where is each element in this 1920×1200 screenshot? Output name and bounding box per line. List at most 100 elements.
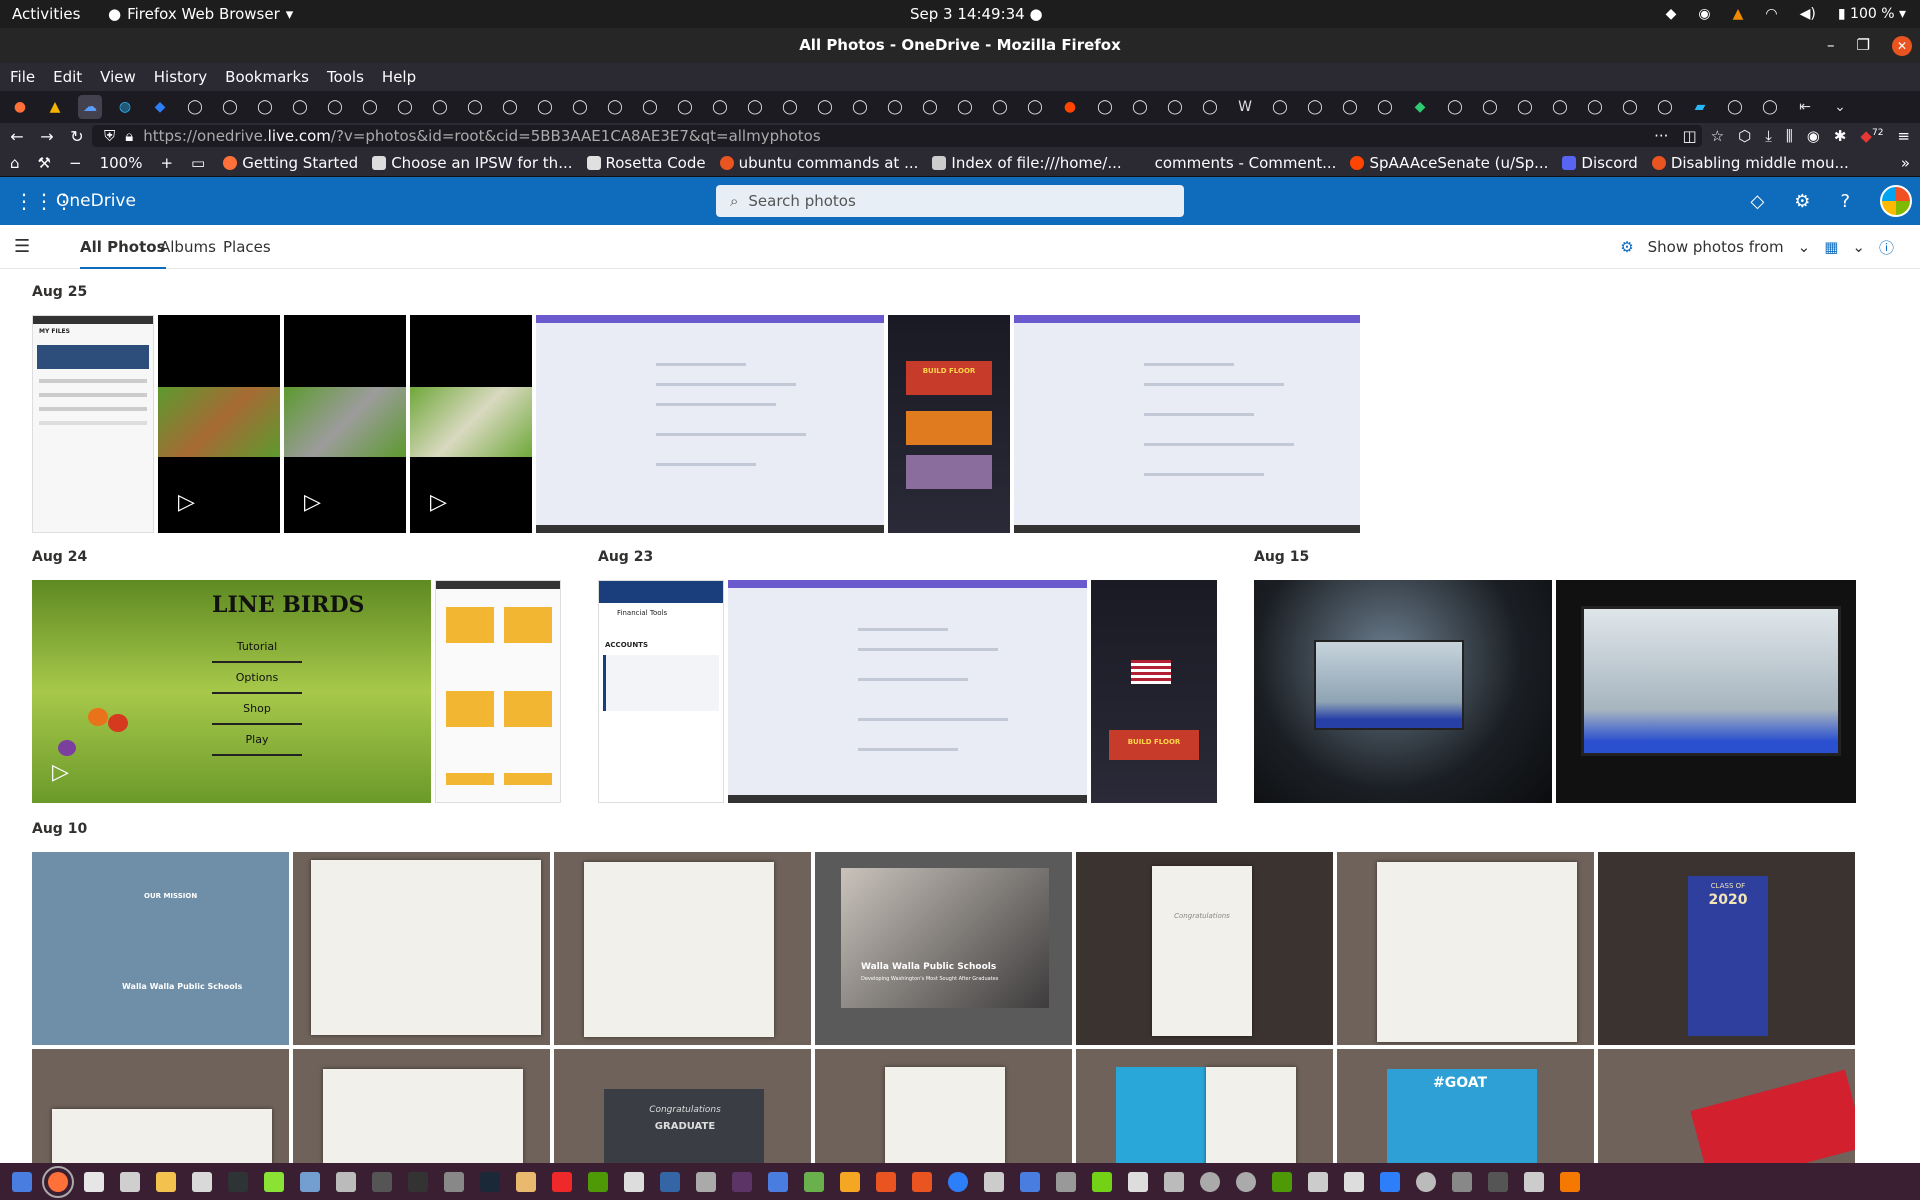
zoom-level[interactable]: 100% — [100, 154, 143, 172]
tab-github-icon[interactable]: ◯ — [253, 95, 277, 119]
menu-history[interactable]: History — [154, 68, 207, 86]
tab-github-icon[interactable]: ◯ — [1618, 95, 1642, 119]
tab-github-icon[interactable]: ◯ — [1548, 95, 1572, 119]
taskbar-app-icon[interactable] — [1488, 1171, 1508, 1192]
menu-bookmarks[interactable]: Bookmarks — [225, 68, 309, 86]
taskbar-app-icon[interactable] — [516, 1171, 536, 1192]
photo-thumbnail[interactable] — [554, 852, 811, 1045]
tab-github-icon[interactable]: ◯ — [463, 95, 487, 119]
taskbar-app-icon[interactable] — [84, 1171, 104, 1192]
wrench-icon[interactable]: ⚒ — [38, 154, 51, 172]
extension-icon[interactable]: ⬡ — [1738, 127, 1751, 145]
taskbar-app-icon[interactable] — [912, 1171, 932, 1192]
tab-github-icon[interactable]: ◯ — [323, 95, 347, 119]
page-actions-icon[interactable]: ··· — [1654, 127, 1668, 145]
home-icon[interactable]: ⌂ — [10, 154, 20, 172]
bookmark-item[interactable]: Choose an IPSW for th... — [372, 154, 573, 172]
photo-thumbnail[interactable] — [32, 1049, 289, 1163]
photo-thumbnail[interactable]: Financial Tools ACCOUNTS — [598, 580, 724, 803]
show-photos-from-button[interactable]: Show photos from — [1648, 238, 1784, 256]
taskbar-app-icon[interactable] — [264, 1171, 284, 1192]
tab-github-icon[interactable]: ◯ — [743, 95, 767, 119]
extension-icon[interactable]: ✱ — [1834, 127, 1847, 145]
taskbar-app-icon[interactable] — [1380, 1171, 1400, 1192]
tab-github-icon[interactable]: ◯ — [1373, 95, 1397, 119]
photo-thumbnail[interactable] — [293, 1049, 550, 1163]
tab-github-icon[interactable]: ◯ — [498, 95, 522, 119]
tab-github-icon[interactable]: ◯ — [1338, 95, 1362, 119]
tab-github-icon[interactable]: ◯ — [1478, 95, 1502, 119]
zoom-out-icon[interactable]: − — [69, 154, 82, 172]
layout-icon[interactable]: ▦ — [1824, 238, 1838, 256]
photo-thumbnail[interactable] — [1556, 580, 1856, 803]
photo-thumbnail[interactable] — [1076, 1049, 1333, 1163]
help-icon[interactable]: ? — [1840, 191, 1850, 212]
tab-drive-icon[interactable]: ▲ — [43, 95, 67, 119]
back-icon[interactable]: ← — [4, 127, 30, 146]
vlc-icon[interactable]: ▲ — [1733, 6, 1744, 22]
taskbar-app-icon[interactable] — [228, 1171, 248, 1192]
photo-thumbnail[interactable] — [293, 852, 550, 1045]
taskbar-app-icon[interactable] — [192, 1171, 212, 1192]
taskbar-app-icon[interactable] — [1056, 1171, 1076, 1192]
zoom-in-icon[interactable]: + — [160, 154, 173, 172]
tab-github-icon[interactable]: ◯ — [183, 95, 207, 119]
bookmark-item[interactable]: Index of file:///home/... — [932, 154, 1122, 172]
pocket-icon[interactable]: ◫ — [1682, 127, 1696, 145]
tab-shield-icon[interactable]: ◆ — [1408, 95, 1432, 119]
bookmark-item[interactable]: Getting Started — [223, 154, 358, 172]
taskbar-app-icon[interactable] — [876, 1171, 896, 1192]
taskbar-app-icon[interactable] — [768, 1171, 788, 1192]
bookmark-item[interactable]: ubuntu commands at ... — [719, 154, 918, 172]
taskbar-app-icon[interactable] — [1236, 1171, 1256, 1192]
menu-tools[interactable]: Tools — [327, 68, 364, 86]
dropbox-icon[interactable]: ◆ — [1666, 6, 1677, 22]
photo-thumbnail[interactable] — [1014, 315, 1360, 533]
tab-onedrive-icon[interactable]: ▰ — [1688, 95, 1712, 119]
video-thumbnail[interactable]: ▷ — [284, 315, 406, 533]
tab-github-icon[interactable]: ◯ — [1303, 95, 1327, 119]
taskbar-app-icon[interactable] — [1020, 1171, 1040, 1192]
system-tray[interactable]: ◆ ◉ ▲ ◠ ◀) ▮ 100 % ▾ — [1666, 6, 1906, 22]
tab-all-photos[interactable]: All Photos — [80, 225, 166, 269]
forward-icon[interactable]: → — [34, 127, 60, 146]
tab-github-icon[interactable]: ◯ — [428, 95, 452, 119]
tab-github-icon[interactable]: ◯ — [1268, 95, 1292, 119]
taskbar-app-icon[interactable] — [1128, 1171, 1148, 1192]
taskbar-app-icon[interactable] — [1524, 1171, 1544, 1192]
tab-github-icon[interactable]: ◯ — [883, 95, 907, 119]
photo-thumbnail[interactable]: MY FILES — [32, 315, 154, 533]
tab-github-icon[interactable]: ◯ — [393, 95, 417, 119]
tab-onedrive-icon[interactable]: ☁ — [78, 95, 102, 119]
tab-dropbox-icon[interactable]: ◆ — [148, 95, 172, 119]
settings-gear-icon[interactable]: ⚙ — [1794, 191, 1810, 212]
taskbar-app-icon[interactable] — [696, 1171, 716, 1192]
taskbar-app-icon[interactable] — [120, 1171, 140, 1192]
battery-indicator[interactable]: ▮ 100 % ▾ — [1838, 6, 1906, 22]
photo-thumbnail[interactable] — [1254, 580, 1552, 803]
tab-github-icon[interactable]: ◯ — [1758, 95, 1782, 119]
account-icon[interactable]: ◉ — [1807, 127, 1820, 145]
tab-firefox-icon[interactable]: ● — [8, 95, 32, 119]
maximize-icon[interactable]: ❐ — [1857, 28, 1870, 63]
taskbar-app-icon[interactable] — [12, 1171, 32, 1192]
discord-icon[interactable]: ◉ — [1698, 6, 1710, 22]
tab-github-icon[interactable]: ◯ — [603, 95, 627, 119]
photo-thumbnail[interactable]: Congratulations — [1076, 852, 1333, 1045]
tab-reddit-icon[interactable]: ● — [1058, 95, 1082, 119]
bookmark-item[interactable]: Discord — [1562, 154, 1638, 172]
tab-github-icon[interactable]: ◯ — [848, 95, 872, 119]
taskbar-app-icon[interactable] — [624, 1171, 644, 1192]
taskbar-firefox-icon[interactable] — [42, 1165, 74, 1198]
video-thumbnail[interactable]: LINE BIRDS Tutorial Options Shop Play ▷ — [32, 580, 431, 803]
photo-thumbnail[interactable] — [815, 1049, 1072, 1163]
taskbar-app-icon[interactable] — [1164, 1171, 1184, 1192]
taskbar-app-icon[interactable] — [444, 1171, 464, 1192]
taskbar-app-icon[interactable] — [1272, 1171, 1292, 1192]
ublock-icon[interactable]: ◆72 — [1860, 127, 1883, 145]
video-thumbnail[interactable]: ▷ — [158, 315, 280, 533]
tab-github-icon[interactable]: ◯ — [988, 95, 1012, 119]
wifi-icon[interactable]: ◠ — [1765, 6, 1777, 22]
taskbar-app-icon[interactable] — [1452, 1171, 1472, 1192]
tab-github-icon[interactable]: ◯ — [1513, 95, 1537, 119]
